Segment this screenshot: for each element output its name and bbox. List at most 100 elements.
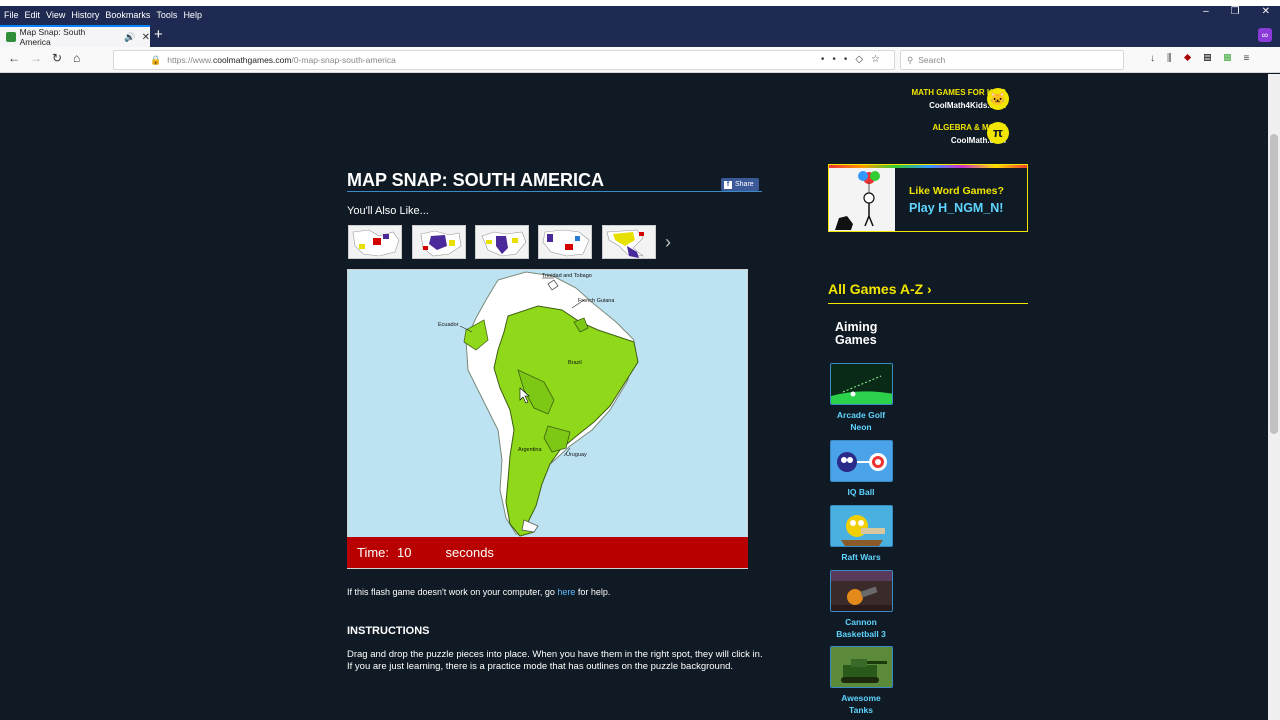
- close-tab-icon[interactable]: ✕: [142, 32, 150, 43]
- category-heading: Aiming Games: [835, 321, 895, 347]
- minimize-icon[interactable]: –: [1203, 6, 1209, 17]
- label-brazil: Brazil: [568, 360, 582, 366]
- title-divider: [347, 191, 762, 192]
- map-thumb-image: [349, 226, 401, 258]
- ublock-icon[interactable]: ◆: [1184, 53, 1204, 64]
- restore-icon[interactable]: ❐: [1231, 6, 1240, 17]
- url-path: /0-map-snap-south-america: [291, 55, 396, 65]
- bookmark-star-icon[interactable]: ☆: [871, 54, 888, 65]
- menu-help[interactable]: Help: [183, 10, 202, 20]
- menu-edit[interactable]: Edit: [25, 10, 41, 20]
- menu-history[interactable]: History: [71, 10, 99, 20]
- related-game-thumb[interactable]: [348, 225, 402, 259]
- menu-bookmarks[interactable]: Bookmarks: [105, 10, 150, 20]
- window-controls: – ❐ ✕: [1203, 6, 1270, 17]
- game-card-awesome-tanks[interactable]: Awesome Tanks: [829, 646, 893, 716]
- instructions-heading: INSTRUCTIONS: [347, 625, 430, 637]
- related-game-thumb[interactable]: [538, 225, 592, 259]
- map-thumb-image: [603, 226, 655, 258]
- game-title: IQ Ball: [847, 487, 875, 497]
- scrollbar-thumb[interactable]: [1270, 134, 1278, 434]
- map-thumb-image: [539, 226, 591, 258]
- also-like-heading: You'll Also Like...: [347, 205, 429, 217]
- forward-icon[interactable]: →: [30, 51, 42, 65]
- hangman-figure-icon: [829, 168, 895, 231]
- all-games-divider: [828, 303, 1028, 304]
- flash-help-text: If this flash game doesn't work on your …: [347, 587, 610, 597]
- page-scrollbar[interactable]: [1268, 74, 1280, 720]
- timer-label: Time:: [357, 545, 390, 560]
- extension-icon[interactable]: ▦: [1224, 53, 1244, 64]
- close-window-icon[interactable]: ✕: [1262, 6, 1270, 17]
- tab-map-snap[interactable]: Map Snap: South America 🔊 ✕: [0, 25, 150, 47]
- cat-face-icon[interactable]: 🐱: [987, 88, 1009, 110]
- timer-value: 10: [397, 545, 412, 560]
- favicon-icon: [6, 32, 16, 42]
- sidebar-icon[interactable]: ▤: [1204, 53, 1224, 64]
- ad-line-1: Like Word Games?: [909, 185, 1004, 197]
- hamburger-menu-icon[interactable]: ≡: [1244, 53, 1262, 64]
- lock-icon[interactable]: 🔒: [150, 55, 161, 66]
- chevron-right-icon[interactable]: ›: [665, 232, 671, 253]
- tab-bar: Map Snap: South America 🔊 ✕ + ∞: [0, 23, 1280, 47]
- timer-unit: seconds: [445, 545, 494, 560]
- url-bar[interactable]: 🔒 https://www. coolmathgames.com/0-map-sn…: [113, 50, 895, 70]
- url-prefix: https://www.: [167, 55, 214, 65]
- new-tab-icon[interactable]: +: [154, 26, 163, 43]
- nav-bar: ← → ↻ ⌂ 🔒 https://www. coolmathgames.com /…: [0, 47, 1280, 73]
- reload-icon[interactable]: ↻: [52, 51, 62, 65]
- game-title: Awesome Tanks: [841, 693, 881, 715]
- help-link[interactable]: here: [557, 587, 575, 597]
- download-icon[interactable]: ↓: [1150, 53, 1167, 64]
- ad-illustration: [829, 168, 895, 231]
- related-game-thumb[interactable]: [602, 225, 656, 259]
- library-icon[interactable]: ⫼: [1167, 53, 1184, 64]
- speaker-icon[interactable]: 🔊: [124, 32, 135, 43]
- game-thumbnail: [830, 646, 893, 688]
- related-game-thumb[interactable]: [475, 225, 529, 259]
- game-title: Raft Wars: [841, 552, 881, 562]
- game-title: Cannon Basketball 3: [836, 617, 886, 639]
- game-card-arcade-golf[interactable]: Arcade Golf Neon: [829, 363, 893, 433]
- pi-icon[interactable]: π: [987, 122, 1009, 144]
- facebook-share-button[interactable]: f Share: [721, 178, 759, 191]
- search-placeholder: Search: [918, 55, 946, 65]
- help-text-before: If this flash game doesn't work on your …: [347, 587, 558, 597]
- private-mask-icon[interactable]: ∞: [1258, 28, 1272, 42]
- menu-file[interactable]: File: [4, 10, 19, 20]
- hangman-ad[interactable]: Like Word Games? Play H_NGM_N!: [828, 164, 1028, 232]
- url-actions: •••◇☆: [821, 54, 888, 65]
- map-thumb-image: [413, 226, 465, 258]
- game-title: MAP SNAP: SOUTH AMERICA: [347, 170, 605, 190]
- label-argentina: Argentina: [518, 447, 542, 453]
- game-card-iq-ball[interactable]: IQ Ball: [829, 440, 893, 498]
- facebook-icon: f: [724, 180, 732, 189]
- label-trinidad: Trinidad and Tobago: [542, 273, 592, 279]
- menu-bar: File Edit View History Bookmarks Tools H…: [0, 6, 1280, 23]
- back-icon[interactable]: ←: [8, 51, 20, 65]
- label-uruguay: Uruguay: [566, 452, 587, 458]
- map-thumb-image: [476, 226, 528, 258]
- south-america-map[interactable]: Trinidad and Tobago French Guiana Ecuado…: [348, 270, 748, 569]
- game-canvas[interactable]: Trinidad and Tobago French Guiana Ecuado…: [347, 269, 748, 569]
- menu-view[interactable]: View: [46, 10, 65, 20]
- more-icon[interactable]: •••: [821, 54, 856, 65]
- instructions-line-1: Drag and drop the puzzle pieces into pla…: [347, 649, 763, 660]
- ad-line-2: Play H_NGM_N!: [909, 201, 1004, 215]
- instructions-text: Drag and drop the puzzle pieces into pla…: [347, 649, 767, 673]
- game-card-raft-wars[interactable]: Raft Wars: [829, 505, 893, 563]
- related-game-thumb[interactable]: [412, 225, 466, 259]
- url-host: coolmathgames.com: [213, 55, 292, 65]
- instructions-line-2: If you are just learning, there is a pra…: [347, 661, 734, 672]
- game-thumbnail: [830, 363, 893, 405]
- all-games-link[interactable]: All Games A-Z ›: [828, 281, 932, 297]
- game-thumbnail: [830, 440, 893, 482]
- game-title: Arcade Golf Neon: [836, 410, 886, 432]
- page-content: MATH GAMES FOR KIDS CoolMath4Kids.com 🐱 …: [0, 74, 1268, 720]
- search-bar[interactable]: ⚲ Search: [900, 50, 1124, 70]
- home-icon[interactable]: ⌂: [73, 51, 80, 65]
- game-card-cannon-basketball[interactable]: Cannon Basketball 3: [829, 570, 893, 640]
- timer-bar: Time: 10 seconds: [347, 537, 748, 568]
- menu-tools[interactable]: Tools: [156, 10, 177, 20]
- pocket-icon[interactable]: ◇: [855, 54, 871, 65]
